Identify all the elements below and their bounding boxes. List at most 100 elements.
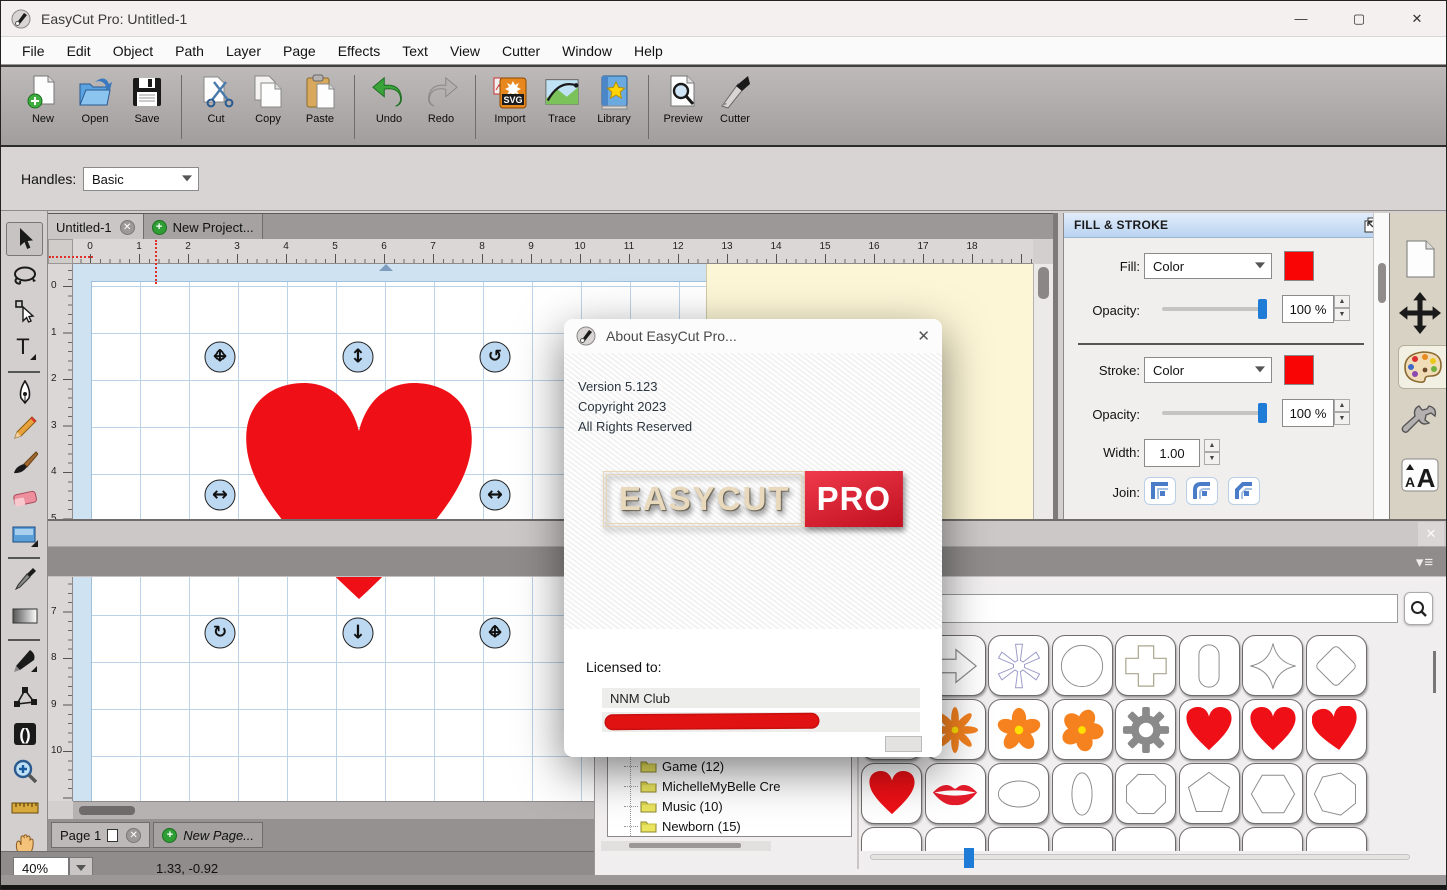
library-close-button[interactable]: ✕ — [1418, 522, 1444, 546]
stroke-type-select[interactable]: Color — [1144, 357, 1272, 383]
shape-tile-blank[interactable] — [988, 827, 1049, 851]
shape-tile-heart-tilt[interactable] — [1305, 699, 1367, 760]
close-button[interactable]: ✕ — [1395, 1, 1439, 36]
sidebar-tab-fonts[interactable]: AA — [1398, 453, 1442, 497]
trace-button[interactable]: Trace — [536, 73, 588, 125]
menu-object[interactable]: Object — [102, 40, 164, 62]
handle-v-resize[interactable]: ↕ — [342, 341, 374, 373]
stroke-color-swatch[interactable] — [1284, 355, 1314, 385]
shape-tile-cross[interactable] — [1115, 635, 1176, 696]
dialog-ok-button[interactable] — [885, 736, 922, 752]
tree-item[interactable]: Music (10) — [624, 796, 723, 816]
tool-eraser[interactable] — [6, 481, 43, 515]
tree-item[interactable]: Sewing (12) — [624, 836, 731, 837]
tool-pen[interactable] — [6, 376, 43, 410]
spin-up-icon[interactable]: ▲ — [1334, 399, 1350, 412]
document-tab[interactable]: + New Project... — [143, 214, 263, 240]
shape-tile-pill[interactable] — [1178, 635, 1240, 696]
handle-h-resize[interactable]: ↔ — [204, 479, 236, 511]
slider-thumb[interactable] — [1258, 299, 1267, 319]
handle-rotate-cw[interactable]: ↻ — [204, 617, 236, 649]
shape-tile-pentagon[interactable] — [1178, 763, 1240, 824]
save-button[interactable]: Save — [121, 73, 173, 125]
page-tab[interactable]: + New Page... — [153, 822, 264, 848]
sidebar-tab-palette[interactable] — [1398, 345, 1446, 389]
undo-button[interactable]: Undo — [363, 73, 415, 125]
preview-button[interactable]: Preview — [657, 73, 709, 125]
menu-path[interactable]: Path — [164, 40, 215, 62]
shape-tile-flower-round[interactable] — [988, 699, 1049, 760]
new-button[interactable]: New — [17, 73, 69, 125]
menu-view[interactable]: View — [439, 40, 491, 62]
shape-tile-blank[interactable] — [1305, 827, 1367, 851]
tool-pencil[interactable] — [6, 411, 43, 445]
minimize-button[interactable]: — — [1279, 1, 1323, 36]
tool-node-select[interactable] — [6, 294, 43, 328]
spin-down-icon[interactable]: ▼ — [1204, 452, 1220, 465]
spin-up-icon[interactable]: ▲ — [1334, 295, 1350, 308]
tree-item[interactable]: Game (12) — [624, 756, 724, 776]
sidebar-tab-document[interactable] — [1398, 237, 1442, 281]
scrollbar-thumb[interactable] — [1378, 263, 1386, 303]
close-icon[interactable]: ✕ — [126, 827, 142, 843]
fill-opacity-spinner[interactable]: ▲ ▼ — [1334, 295, 1350, 321]
redo-button[interactable]: Redo — [415, 73, 467, 125]
handle-h-resize[interactable]: ↔ — [479, 479, 511, 511]
shape-tile-blank[interactable] — [1115, 827, 1176, 851]
tool-knife[interactable] — [6, 644, 43, 678]
fill-color-swatch[interactable] — [1284, 251, 1314, 281]
shape-tile-blank[interactable] — [1178, 827, 1240, 851]
stroke-width-value[interactable]: 1.00 — [1144, 439, 1200, 467]
tool-polygon-path[interactable] — [6, 681, 43, 715]
menu-cutter[interactable]: Cutter — [491, 40, 551, 62]
spin-down-icon[interactable]: ▼ — [1334, 412, 1350, 425]
library-button[interactable]: Library — [588, 73, 640, 125]
shape-tile-ellipse-v[interactable] — [1051, 763, 1113, 824]
miter-join-button[interactable] — [1144, 477, 1176, 505]
tool-gradient[interactable] — [6, 599, 43, 633]
shape-tile-flower-pin[interactable] — [1051, 699, 1113, 760]
shape-tile-asterisk[interactable] — [988, 635, 1049, 696]
stroke-opacity-spinner[interactable]: ▲ ▼ — [1334, 399, 1350, 425]
round-join-button[interactable] — [1186, 477, 1218, 505]
tool-lasso[interactable] — [6, 259, 43, 293]
tool-parentheses[interactable]: () — [6, 717, 43, 751]
scrollbar-thumb[interactable] — [1433, 651, 1436, 693]
handle-move[interactable]: ↔ ↕ — [204, 341, 236, 373]
menu-edit[interactable]: Edit — [56, 40, 102, 62]
tool-select[interactable] — [6, 222, 43, 256]
page-tab[interactable]: Page 1 ✕ — [51, 822, 151, 848]
spin-down-icon[interactable]: ▼ — [1334, 308, 1350, 321]
tree-item[interactable]: MichelleMyBelle Cre — [624, 776, 780, 796]
handle-move[interactable]: ↔ ↕ — [479, 617, 511, 649]
tree-item[interactable]: Newborn (15) — [624, 816, 741, 836]
shape-tile-blank[interactable] — [1242, 827, 1303, 851]
handle-rotate-ccw[interactable]: ↺ — [479, 341, 511, 373]
heart-shape[interactable] — [239, 367, 479, 615]
tree-horizontal-scrollbar[interactable] — [601, 841, 771, 851]
menu-page[interactable]: Page — [272, 40, 327, 62]
shape-tile-heptagon[interactable] — [1305, 763, 1367, 824]
tool-rectangle[interactable] — [6, 519, 43, 553]
maximize-button[interactable]: ▢ — [1337, 1, 1381, 36]
bevel-join-button[interactable] — [1228, 477, 1260, 505]
stroke-opacity-value[interactable]: 100 % — [1282, 399, 1334, 427]
panel-scrollbar[interactable] — [1373, 213, 1389, 519]
scrollbar-thumb[interactable] — [1038, 267, 1049, 299]
shape-tile-octagon[interactable] — [1115, 763, 1176, 824]
document-tab[interactable]: Untitled-1 ✕ — [48, 214, 144, 240]
open-button[interactable]: Open — [69, 73, 121, 125]
shape-tile-heart[interactable] — [1242, 699, 1303, 760]
spin-up-icon[interactable]: ▲ — [1204, 439, 1220, 452]
menu-window[interactable]: Window — [551, 40, 623, 62]
tool-text[interactable]: T — [6, 332, 43, 366]
menu-effects[interactable]: Effects — [327, 40, 392, 62]
shape-tile-circle[interactable] — [1051, 635, 1113, 696]
slider-thumb[interactable] — [1258, 403, 1267, 423]
paste-button[interactable]: Paste — [294, 73, 346, 125]
shape-tile-heart[interactable] — [1178, 699, 1240, 760]
fill-opacity-slider[interactable] — [1162, 299, 1267, 319]
cutter-button[interactable]: Cutter — [709, 73, 761, 125]
library-vertical-scrollbar[interactable] — [1433, 649, 1436, 829]
shape-tile-star4[interactable] — [1242, 635, 1303, 696]
